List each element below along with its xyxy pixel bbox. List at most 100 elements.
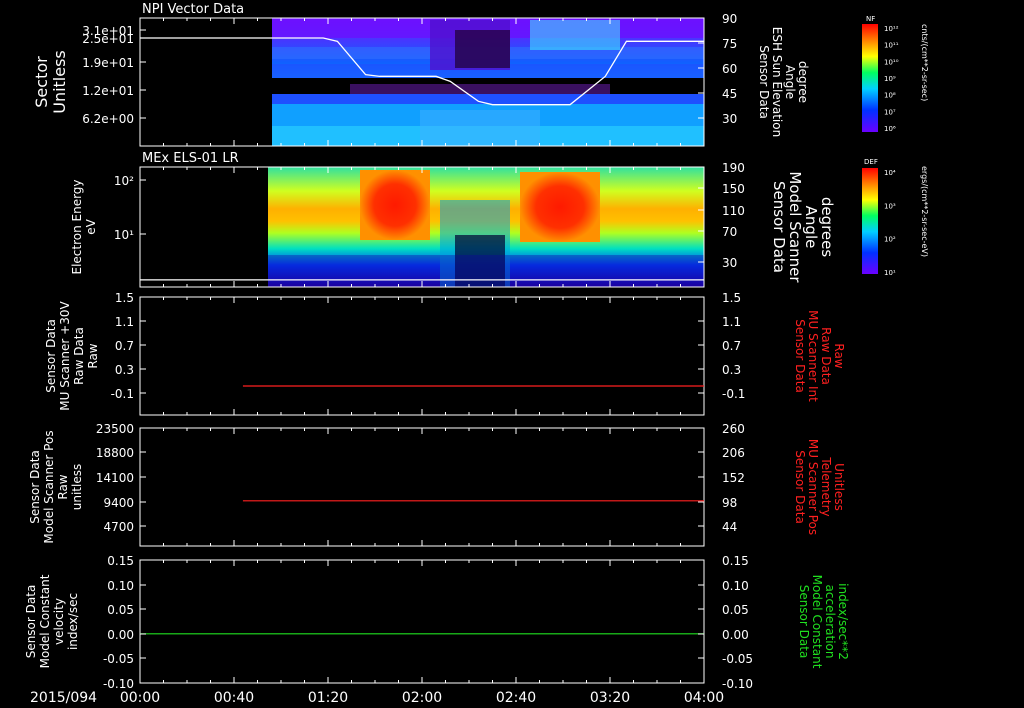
right-axis-label: degrees (818, 197, 836, 258)
left-axis-label: Sensor Data (24, 585, 38, 659)
y2-tick-label: 30 (722, 256, 737, 270)
y2-tick-label: -0.1 (722, 387, 745, 401)
right-axis-label: Raw (832, 343, 846, 368)
y-tick-label: 10¹ (114, 228, 134, 242)
y-tick-label: -0.10 (103, 677, 134, 691)
right-axis-label: acceleration (823, 585, 837, 659)
left-axis-label: Sensor Data (28, 450, 42, 524)
y2-tick-label: 206 (722, 446, 745, 460)
right-axis-label: Angle (783, 65, 797, 99)
y2-tick-label: 44 (722, 520, 737, 534)
time-tick-label: 04:00 (684, 690, 724, 706)
y2-tick-label: 1.5 (722, 291, 741, 305)
y-tick-label: 0.15 (107, 554, 134, 568)
left-axis-label: Model Constant (38, 574, 52, 668)
colorbar-tick-label: 10¹¹ (884, 42, 899, 50)
y-tick-label: 1.1 (115, 315, 134, 329)
left-axis-label: eV (84, 218, 98, 234)
panel3-frame (139, 296, 705, 416)
colorbar-tick-label: 10¹ (884, 269, 896, 277)
plot-canvas: 3.1e+012.5e+011.9e+011.2e+016.2e+0090756… (24, 2, 929, 706)
y2-tick-label: -0.10 (722, 677, 753, 691)
colorbar-nf-unit: cnts/(cm**2-sr-sec) (920, 24, 929, 101)
left-axis-label: Sector (32, 56, 51, 108)
y2-tick-label: 98 (722, 496, 737, 510)
time-tick-label: 02:00 (402, 690, 442, 706)
y-tick-label: 0.3 (115, 363, 134, 377)
left-axis-label: Sensor Data (44, 319, 58, 393)
right-axis-label: Model Scanner (786, 171, 804, 283)
date-label: 2015/094 (30, 690, 97, 706)
time-tick-label: 02:40 (496, 690, 536, 706)
panel1-spectrogram (272, 18, 704, 146)
y2-tick-label: 60 (722, 62, 737, 76)
right-axis-label: Sensor Data (757, 45, 771, 119)
left-axis-label: Raw (56, 474, 70, 499)
left-axis-label: velocity (52, 598, 66, 645)
y2-tick-label: 0.05 (722, 603, 749, 617)
colorbar-tick-label: 10¹² (884, 25, 899, 33)
time-tick-label: 03:20 (590, 690, 630, 706)
right-axis-label: Model Constant (810, 575, 824, 669)
y2-tick-label: 90 (722, 12, 737, 26)
y-tick-label: 2.5e+01 (82, 32, 134, 46)
right-axis-label: index/sec**2 (836, 583, 850, 660)
y2-tick-label: 75 (722, 37, 737, 51)
y2-tick-label: -0.05 (722, 652, 753, 666)
colorbar-tick-label: 10⁶ (884, 125, 896, 133)
colorbar-def-unit: ergs/(cm**2-sr-sec-eV) (920, 166, 929, 257)
y2-tick-label: 0.3 (722, 363, 741, 377)
time-tick-label: 01:20 (308, 690, 348, 706)
right-axis-label: Raw Data (819, 327, 833, 385)
y2-tick-label: 190 (722, 161, 745, 175)
right-axis-label: Sensor Data (793, 450, 807, 524)
left-axis-label: MU Scanner +30V (58, 301, 72, 411)
colorbar-tick-label: 10¹⁰ (884, 58, 899, 66)
colorbar-tick-label: 10⁴ (884, 169, 896, 177)
right-axis-label: degree (796, 61, 810, 103)
y2-tick-label: 152 (722, 471, 745, 485)
left-axis-label: Raw (86, 343, 100, 368)
y2-tick-label: 0.15 (722, 554, 749, 568)
panel5-frame (139, 559, 705, 684)
y-tick-label: 10² (114, 174, 134, 188)
left-axis-label: Electron Energy (70, 179, 84, 274)
y2-tick-label: 150 (722, 182, 745, 196)
y-tick-label: 0.00 (107, 628, 134, 642)
y-tick-label: 14100 (96, 471, 134, 485)
y-tick-label: -0.05 (103, 652, 134, 666)
y2-tick-label: 260 (722, 422, 745, 436)
y-tick-label: 18800 (96, 446, 134, 460)
colorbar-nf-tag: NF (866, 15, 875, 23)
time-tick-label: 00:40 (214, 690, 254, 706)
left-axis-label: unitless (70, 464, 84, 510)
colorbar-tick-label: 10⁷ (884, 108, 896, 116)
y-tick-label: 0.7 (115, 339, 134, 353)
left-axis-label: Raw Data (72, 327, 86, 385)
y2-tick-label: 0.10 (722, 579, 749, 593)
colorbar-tick-label: 10⁸ (884, 92, 896, 100)
y-tick-label: 6.2e+00 (82, 112, 134, 126)
y-tick-label: 23500 (96, 422, 134, 436)
y-tick-label: 9400 (103, 496, 134, 510)
right-axis-label: MU Scanner Int (806, 310, 820, 402)
y2-tick-label: 45 (722, 87, 737, 101)
y2-tick-label: 70 (722, 225, 737, 239)
y2-tick-label: 30 (722, 112, 737, 126)
panel4-frame (139, 427, 705, 547)
time-tick-label: 00:00 (120, 690, 160, 706)
y-tick-label: 0.10 (107, 579, 134, 593)
y2-tick-label: 0.00 (722, 628, 749, 642)
y-tick-label: 1.5 (115, 291, 134, 305)
left-axis-label: index/sec (66, 593, 80, 650)
right-axis-label: Sensor Data (793, 319, 807, 393)
right-axis-label: MU Scanner Pos (806, 439, 820, 535)
panel1-title: NPI Vector Data (142, 2, 244, 17)
left-axis-label: Model Scanner Pos (42, 430, 56, 543)
y-tick-label: 0.05 (107, 603, 134, 617)
right-axis-label: Unitless (832, 463, 846, 511)
right-axis-label: Sensor Data (770, 181, 788, 273)
colorbar-tick-label: 10² (884, 236, 896, 244)
y2-tick-label: 0.7 (722, 339, 741, 353)
y-tick-label: -0.1 (111, 387, 134, 401)
